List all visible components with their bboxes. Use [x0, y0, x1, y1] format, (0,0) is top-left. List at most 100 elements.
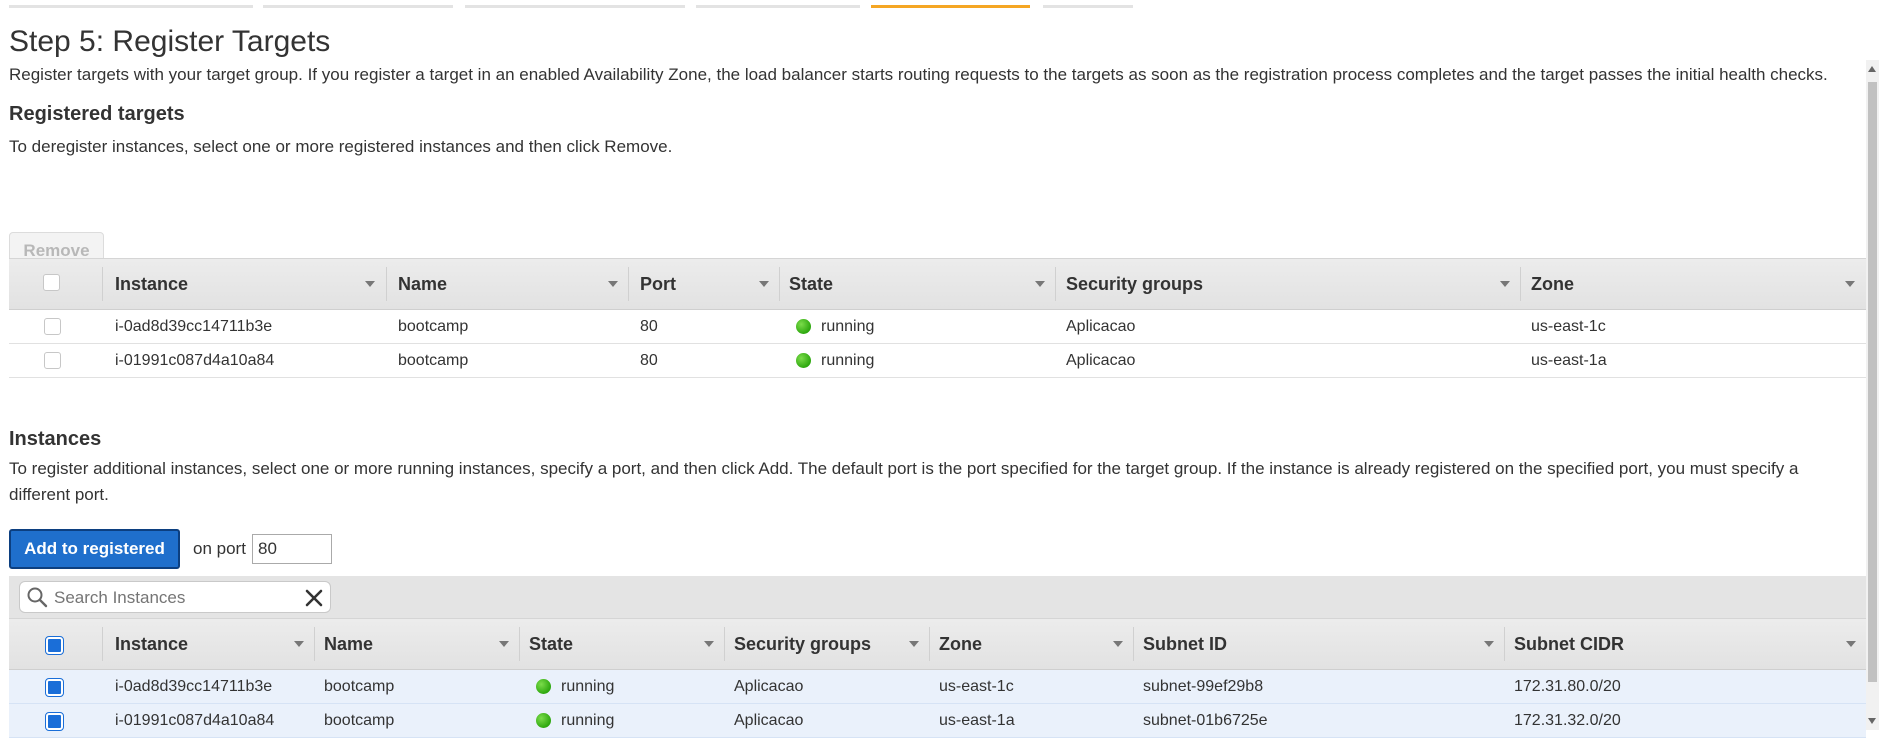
column-header-security-groups[interactable]: Security groups	[1056, 259, 1520, 309]
column-label: Instance	[115, 633, 189, 654]
page-description: Register targets with your target group.…	[9, 65, 1828, 84]
sort-caret-icon	[1484, 641, 1494, 647]
cell-security-groups: Aplicacao	[1066, 351, 1136, 369]
instances-heading: Instances	[9, 428, 102, 450]
select-all-cell	[9, 259, 102, 309]
column-label: Security groups	[734, 633, 872, 654]
column-header-zone[interactable]: Zone	[929, 619, 1133, 669]
status-dot-icon	[796, 353, 811, 368]
state-label: running	[821, 351, 875, 369]
scroll-up-icon[interactable]	[1868, 66, 1876, 72]
cell-name: bootcamp	[324, 677, 395, 695]
search-input[interactable]	[52, 585, 286, 611]
registered-targets-table: Instance Name Port State Security groups…	[9, 258, 1866, 378]
cell-security-groups: Aplicacao	[1066, 317, 1136, 335]
column-label: Security groups	[1066, 273, 1204, 294]
instances-section: Instances To register additional instanc…	[9, 425, 1859, 508]
sort-caret-icon	[909, 641, 919, 647]
cell-state: running	[526, 670, 614, 703]
sort-caret-icon	[1113, 641, 1123, 647]
filter-bar	[9, 576, 1866, 618]
cell-instance: i-01991c087d4a10a84	[115, 351, 275, 369]
status-dot-icon	[796, 319, 811, 334]
sort-caret-icon	[1035, 281, 1045, 287]
column-header-zone[interactable]: Zone	[1521, 259, 1865, 309]
sort-caret-icon	[1846, 641, 1856, 647]
column-header-subnet-id[interactable]: Subnet ID	[1133, 619, 1504, 669]
instances-table-header: Instance Name State Security groups Zone…	[9, 618, 1866, 670]
table-row[interactable]: i-0ad8d39cc14711b3e bootcamp running Apl…	[9, 670, 1866, 704]
row-checkbox[interactable]	[45, 678, 64, 697]
close-icon[interactable]	[304, 588, 324, 608]
sort-caret-icon	[365, 281, 375, 287]
column-header-subnet-cidr[interactable]: Subnet CIDR	[1504, 619, 1866, 669]
cell-name: bootcamp	[398, 317, 469, 335]
registered-targets-heading: Registered targets	[9, 103, 185, 125]
table-row[interactable]: i-01991c087d4a10a84 bootcamp 80 running …	[9, 344, 1866, 378]
wizard-step-1[interactable]	[9, 5, 253, 8]
cell-subnet-id: subnet-99ef29b8	[1143, 677, 1264, 695]
state-label: running	[561, 711, 615, 729]
column-header-instance[interactable]: Instance	[105, 259, 385, 309]
column-label: Subnet ID	[1143, 633, 1227, 654]
column-label: Subnet CIDR	[1514, 633, 1624, 654]
cell-name: bootcamp	[324, 711, 395, 729]
add-to-registered-button[interactable]: Add to registered	[9, 529, 180, 569]
vertical-scrollbar[interactable]	[1866, 60, 1879, 730]
column-header-security-groups[interactable]: Security groups	[724, 619, 929, 669]
cell-zone: us-east-1a	[1531, 351, 1607, 369]
sort-caret-icon	[704, 641, 714, 647]
search-box[interactable]	[19, 581, 331, 613]
column-header-state[interactable]: State	[779, 259, 1055, 309]
cell-subnet-cidr: 172.31.80.0/20	[1514, 677, 1621, 695]
cell-instance: i-0ad8d39cc14711b3e	[115, 317, 273, 335]
search-icon	[27, 587, 48, 608]
cell-subnet-id: subnet-01b6725e	[1143, 711, 1268, 729]
wizard-step-3[interactable]	[465, 5, 685, 8]
select-all-cell	[9, 619, 102, 669]
cell-instance: i-0ad8d39cc14711b3e	[115, 677, 273, 695]
column-header-state[interactable]: State	[519, 619, 724, 669]
wizard-step-5[interactable]	[871, 5, 1030, 8]
column-header-name[interactable]: Name	[314, 619, 519, 669]
cell-port: 80	[640, 351, 658, 369]
instances-help: To register additional instances, select…	[9, 459, 1799, 504]
port-input[interactable]	[252, 534, 332, 564]
table-row[interactable]: i-01991c087d4a10a84 bootcamp running Apl…	[9, 704, 1866, 738]
select-all-checkbox[interactable]	[45, 636, 64, 655]
column-label: Port	[640, 273, 676, 294]
column-header-name[interactable]: Name	[388, 259, 628, 309]
wizard-step-4[interactable]	[696, 5, 860, 8]
row-checkbox[interactable]	[44, 318, 61, 335]
register-targets-page: Step 5: Register Targets Register target…	[0, 0, 1879, 743]
column-label: Zone	[939, 633, 982, 654]
sort-caret-icon	[499, 641, 509, 647]
column-label: State	[789, 273, 834, 294]
sort-caret-icon	[759, 281, 769, 287]
cell-zone: us-east-1a	[939, 711, 1015, 729]
registered-targets-help: To deregister instances, select one or m…	[9, 137, 673, 156]
status-dot-icon	[536, 713, 551, 728]
column-label: State	[529, 633, 574, 654]
scrollbar-thumb[interactable]	[1868, 82, 1877, 682]
column-label: Zone	[1531, 273, 1574, 294]
select-all-checkbox[interactable]	[43, 274, 60, 291]
scroll-down-icon[interactable]	[1868, 718, 1876, 724]
on-port-label: on port	[193, 539, 246, 558]
sort-caret-icon	[294, 641, 304, 647]
column-header-instance[interactable]: Instance	[105, 619, 314, 669]
row-checkbox[interactable]	[44, 352, 61, 369]
cell-zone: us-east-1c	[1531, 317, 1606, 335]
instances-table: Instance Name State Security groups Zone…	[9, 618, 1866, 738]
wizard-step-6[interactable]	[1043, 5, 1133, 8]
table-row[interactable]: i-0ad8d39cc14711b3e bootcamp 80 running …	[9, 310, 1866, 344]
cell-security-groups: Aplicacao	[734, 677, 804, 695]
cell-port: 80	[640, 317, 658, 335]
column-label: Name	[324, 633, 374, 654]
column-header-port[interactable]: Port	[630, 259, 779, 309]
cell-security-groups: Aplicacao	[734, 711, 804, 729]
row-checkbox[interactable]	[45, 712, 64, 731]
cell-subnet-cidr: 172.31.32.0/20	[1514, 711, 1621, 729]
wizard-step-2[interactable]	[263, 5, 453, 8]
registered-table-header: Instance Name Port State Security groups…	[9, 258, 1866, 310]
